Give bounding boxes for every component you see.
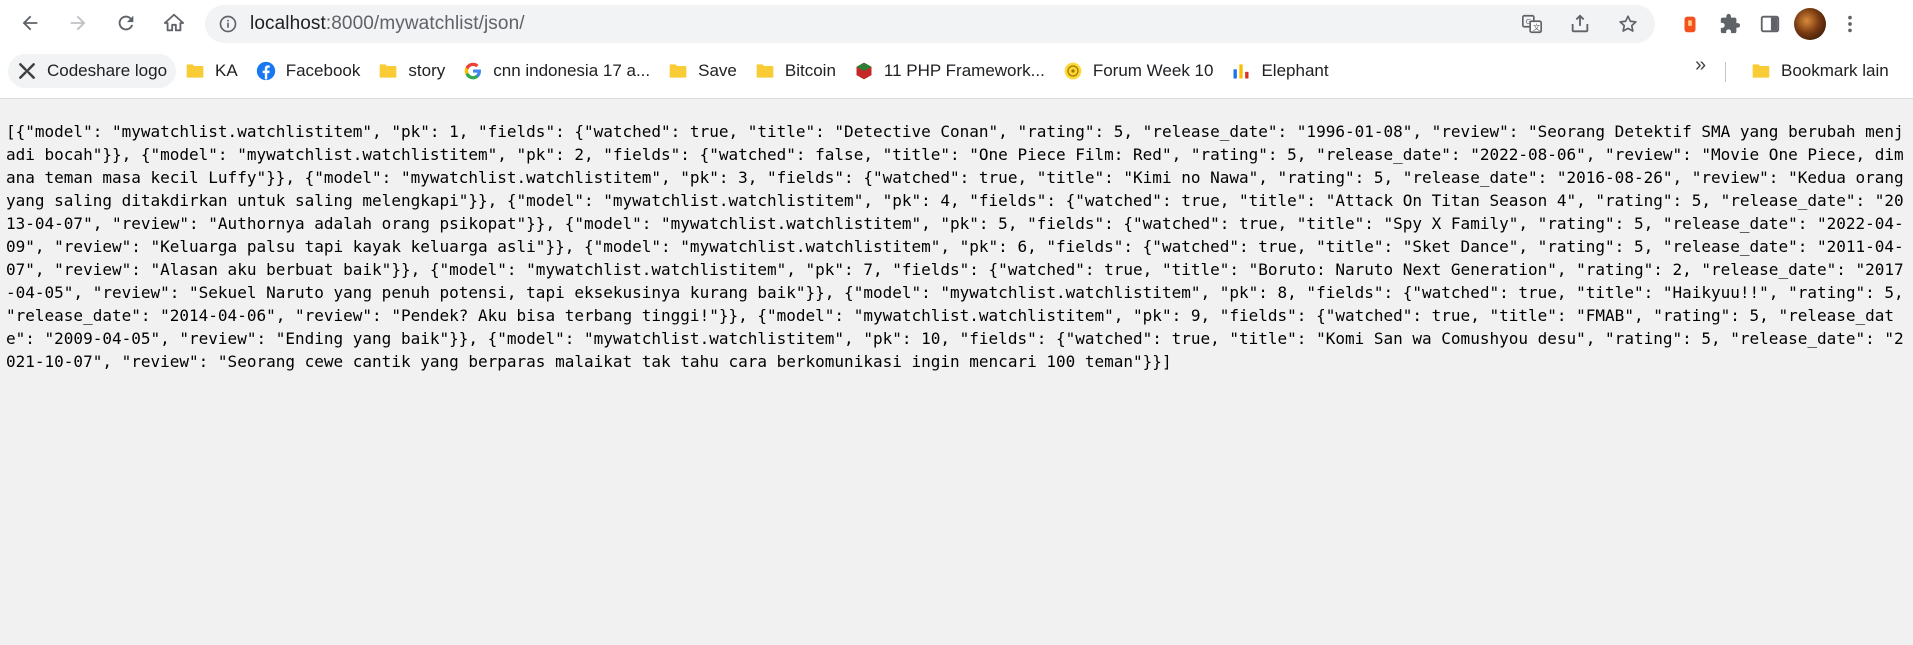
bookmark-ka[interactable]: KA (176, 54, 247, 88)
bookmarks-separator (1725, 62, 1726, 82)
arrow-right-icon (70, 15, 86, 31)
url-host: localhost (250, 13, 326, 34)
bookmark-label: Forum Week 10 (1092, 61, 1214, 80)
forum-icon (1064, 62, 1082, 80)
folder-icon (669, 64, 687, 78)
puzzle-icon (1720, 13, 1741, 34)
bookmark-label: Codeshare logo (47, 61, 168, 80)
url-path: :8000/mywatchlist/json/ (325, 13, 525, 34)
extensions-menu-button[interactable] (1710, 4, 1750, 44)
translate-button[interactable]: G文 (1517, 9, 1547, 39)
site-icon (856, 62, 872, 80)
home-button[interactable] (154, 3, 194, 43)
folder-icon (380, 64, 397, 78)
bookmark-label: Bitcoin (784, 61, 836, 80)
bookmark-label: cnn indonesia 17 a... (493, 61, 651, 80)
bookmark-label: 11 PHP Framework... (883, 61, 1045, 80)
reload-button[interactable] (106, 3, 146, 43)
back-button[interactable] (10, 3, 50, 43)
bookmark-label: Save (698, 61, 737, 80)
bookmark-bitcoin[interactable]: Bitcoin (746, 54, 845, 88)
extensions-area (1670, 4, 1870, 44)
home-icon (163, 13, 185, 32)
codeshare-icon (19, 63, 35, 79)
bookmark-other-folder[interactable]: Bookmark lain (1742, 54, 1898, 88)
bookmark-facebook[interactable]: Facebook (247, 54, 370, 88)
more-vertical-icon (1848, 15, 1852, 33)
star-icon (1619, 15, 1637, 32)
folder-icon (1752, 64, 1770, 78)
bookmark-forum-week-10[interactable]: Forum Week 10 (1054, 54, 1223, 88)
translate-icon: G文 (1522, 14, 1542, 34)
bookmark-label: story (408, 61, 446, 80)
google-icon (464, 62, 482, 80)
address-bar[interactable]: localhost:8000/mywatchlist/json/ G文 (205, 5, 1655, 43)
svg-text:G: G (1526, 17, 1532, 26)
address-bar-actions: G文 (1499, 5, 1643, 43)
page-content: [{"model": "mywatchlist.watchlistitem", … (0, 100, 1913, 645)
bookmark-label: Elephant (1261, 61, 1329, 80)
side-panel-button[interactable] (1750, 4, 1790, 44)
bookmarks-overflow-button[interactable]: » (1695, 54, 1706, 77)
profile-button[interactable] (1790, 4, 1830, 44)
browser-chrome: localhost:8000/mywatchlist/json/ G文 Code… (0, 0, 1913, 99)
avatar (1794, 8, 1826, 40)
bookmark-label: KA (215, 61, 238, 80)
info-icon[interactable] (218, 14, 238, 34)
bookmark-php-framework[interactable]: 11 PHP Framework... (845, 54, 1054, 88)
svg-text:文: 文 (1533, 23, 1541, 32)
reload-icon (118, 15, 134, 31)
forward-button[interactable] (58, 3, 98, 43)
extension-button[interactable] (1670, 4, 1710, 44)
extension-lighthouse-icon (1684, 16, 1696, 33)
folder-icon (756, 64, 774, 78)
folder-icon (186, 64, 204, 78)
chrome-menu-button[interactable] (1830, 4, 1870, 44)
json-response-text: [{"model": "mywatchlist.watchlistitem", … (6, 122, 1913, 371)
bookmark-label: Facebook (285, 61, 361, 80)
share-button[interactable] (1565, 9, 1595, 39)
bookmarks-bar: Codeshare logo KA Facebook story cnn ind… (0, 50, 1913, 92)
bookmark-star-button[interactable] (1613, 9, 1643, 39)
facebook-icon (256, 61, 275, 81)
share-icon (1571, 14, 1589, 33)
side-panel-icon (1760, 15, 1780, 33)
browser-toolbar: localhost:8000/mywatchlist/json/ G文 (0, 0, 1913, 46)
chart-icon (1233, 64, 1249, 79)
bookmark-label: Bookmark lain (1781, 61, 1889, 80)
bookmark-story[interactable]: story (369, 54, 454, 88)
url-text: localhost:8000/mywatchlist/json/ (250, 13, 525, 35)
arrow-left-icon (22, 15, 38, 31)
bookmark-elephant[interactable]: Elephant (1222, 54, 1337, 88)
bookmark-codeshare[interactable]: Codeshare logo (8, 54, 177, 88)
bookmark-cnn-indonesia[interactable]: cnn indonesia 17 a... (454, 54, 659, 88)
bookmark-save[interactable]: Save (659, 54, 746, 88)
